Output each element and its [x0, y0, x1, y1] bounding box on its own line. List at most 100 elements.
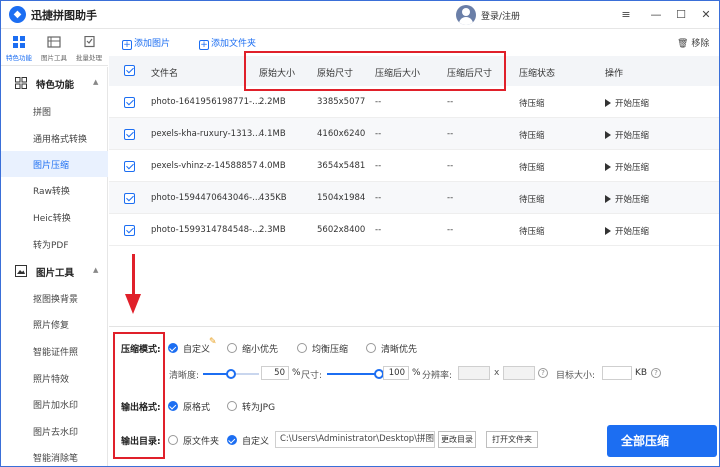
table-row[interactable]: pexels-kha-ruxury-1313... 4.1MB 4160x624…: [109, 118, 719, 150]
mode-balanced-label: 均衡压缩: [312, 345, 349, 355]
start-compress-button[interactable]: 开始压缩: [605, 97, 649, 109]
file-name: photo-1641956198771-...: [151, 97, 261, 107]
resolution-width-input[interactable]: [458, 366, 490, 380]
table-row[interactable]: photo-1594470643046-... 435KB 1504x1984 …: [109, 182, 719, 214]
sidebar-item-photo-effects[interactable]: 照片特效: [1, 365, 108, 391]
sidebar-group-feature[interactable]: 特色功能 ▲: [1, 70, 108, 96]
select-all-checkbox[interactable]: [124, 65, 135, 76]
add-folder-button[interactable]: + 添加文件夹: [199, 36, 256, 50]
sidebar-item-format-convert[interactable]: 通用格式转换: [1, 125, 108, 151]
sidebar-item-photo-repair[interactable]: 照片修复: [1, 311, 108, 337]
dir-original-radio[interactable]: [168, 435, 178, 445]
row-checkbox[interactable]: [124, 129, 135, 140]
original-dimensions: 1504x1984: [317, 193, 366, 203]
resolution-height-input[interactable]: [503, 366, 535, 380]
start-all-button[interactable]: 全部压缩: [607, 425, 717, 457]
start-compress-button[interactable]: 开始压缩: [605, 129, 649, 141]
target-size-input[interactable]: [602, 366, 632, 380]
menu-icon[interactable]: ≡: [616, 5, 636, 25]
sidebar-group-label: 图片工具: [36, 268, 75, 279]
table-row[interactable]: pexels-vhinz-z-14588857 4.0MB 3654x5481 …: [109, 150, 719, 182]
sidebar-item-cutout[interactable]: 抠图换背景: [1, 285, 108, 311]
compressed-dimensions: --: [447, 161, 454, 171]
start-compress-button[interactable]: 开始压缩: [605, 193, 649, 205]
size-input[interactable]: 100: [383, 366, 409, 380]
help-icon[interactable]: ?: [651, 368, 661, 378]
sidebar-item-heic-convert[interactable]: Heic转换: [1, 204, 108, 230]
sidebar-item-image-compress[interactable]: 图片压缩: [1, 151, 108, 177]
add-image-button[interactable]: + 添加图片: [122, 36, 170, 50]
compressed-dimensions: --: [447, 193, 454, 203]
mode-smaller-radio[interactable]: [227, 343, 237, 353]
tool-image[interactable]: 图片工具: [37, 34, 71, 62]
mode-clear-radio[interactable]: [366, 343, 376, 353]
file-name: pexels-vhinz-z-14588857: [151, 161, 258, 171]
sidebar-item-id-photo[interactable]: 智能证件照: [1, 338, 108, 364]
annotation-arrow-head-icon: [125, 294, 141, 314]
play-icon: [605, 99, 611, 107]
folder-plus-icon: +: [199, 40, 209, 50]
sidebar-item-to-pdf[interactable]: 转为PDF: [1, 231, 108, 257]
maximize-icon[interactable]: ☐: [671, 5, 691, 25]
sidebar-item-eraser[interactable]: 智能消除笔: [1, 444, 108, 466]
trash-icon: 🗑: [677, 39, 689, 49]
format-original-radio[interactable]: [168, 401, 178, 411]
open-folder-button[interactable]: 打开文件夹: [486, 431, 538, 448]
file-name: photo-1594470643046-...: [151, 193, 261, 203]
format-jpg-label: 转为JPG: [242, 403, 276, 413]
sidebar-item-collage[interactable]: 拼图: [1, 98, 108, 124]
help-icon[interactable]: ?: [538, 368, 548, 378]
col-status: 压缩状态: [519, 69, 556, 79]
settings-panel: 压缩模式: 自定义 ✎ 缩小优先 均衡压缩 清晰优先 清晰度: 50 % 尺寸:…: [109, 326, 719, 466]
size-slider[interactable]: [327, 369, 384, 379]
sidebar-item-add-watermark[interactable]: 图片加水印: [1, 391, 108, 417]
sidebar-group-image-tools[interactable]: 图片工具 ▲: [1, 258, 108, 284]
row-checkbox[interactable]: [124, 193, 135, 204]
tool-label: 特色功能: [6, 54, 32, 62]
app-title: 迅捷拼图助手: [31, 9, 97, 22]
size-unit: %: [412, 368, 421, 378]
sidebar-item-remove-watermark[interactable]: 图片去水印: [1, 418, 108, 444]
avatar-icon[interactable]: [456, 5, 476, 25]
compressed-dimensions: --: [447, 129, 454, 139]
row-checkbox[interactable]: [124, 97, 135, 108]
clarity-input[interactable]: 50: [261, 366, 289, 380]
format-jpg-radio[interactable]: [227, 401, 237, 411]
compressed-size: --: [375, 193, 382, 203]
start-compress-button[interactable]: 开始压缩: [605, 161, 649, 173]
col-action: 操作: [605, 69, 624, 79]
login-link[interactable]: 登录/注册: [481, 9, 520, 22]
original-dimensions: 3654x5481: [317, 161, 366, 171]
row-checkbox[interactable]: [124, 161, 135, 172]
original-size: 2.2MB: [259, 97, 286, 107]
tool-feature[interactable]: 特色功能: [2, 34, 36, 62]
table-row[interactable]: photo-1599314784548-... 2.3MB 5602x8400 …: [109, 214, 719, 246]
compressed-size: --: [375, 225, 382, 235]
mode-balanced-radio[interactable]: [297, 343, 307, 353]
close-icon[interactable]: ✕: [696, 5, 716, 25]
start-compress-button[interactable]: 开始压缩: [605, 225, 649, 237]
size-label: 尺寸:: [301, 371, 323, 381]
tool-batch[interactable]: 批量处理: [72, 34, 106, 62]
pencil-icon: ✎: [209, 337, 217, 347]
clarity-slider-knob[interactable]: [226, 369, 236, 379]
original-dimensions: 5602x8400: [317, 225, 366, 235]
title-bar: ◆ 迅捷拼图助手 登录/注册 ≡ — ☐ ✕: [1, 1, 719, 29]
original-size: 4.0MB: [259, 161, 286, 171]
grid-icon: [15, 77, 27, 89]
compressed-size: --: [375, 129, 382, 139]
minimize-icon[interactable]: —: [646, 5, 666, 25]
resolution-separator: x: [494, 368, 500, 378]
original-dimensions: 3385x5077: [317, 97, 366, 107]
change-dir-button[interactable]: 更改目录: [438, 431, 476, 448]
mode-custom-radio[interactable]: [168, 343, 178, 353]
dir-custom-radio[interactable]: [227, 435, 237, 445]
compressed-dimensions: --: [447, 97, 454, 107]
play-icon: [605, 163, 611, 171]
row-checkbox[interactable]: [124, 225, 135, 236]
clarity-slider[interactable]: [203, 369, 259, 379]
status-text: 待压缩: [519, 227, 545, 237]
remove-button[interactable]: 🗑 移除: [677, 36, 709, 49]
sidebar-item-raw-convert[interactable]: Raw转换: [1, 177, 108, 203]
output-path-input[interactable]: C:\Users\Administrator\Desktop\拼图: [275, 431, 435, 448]
